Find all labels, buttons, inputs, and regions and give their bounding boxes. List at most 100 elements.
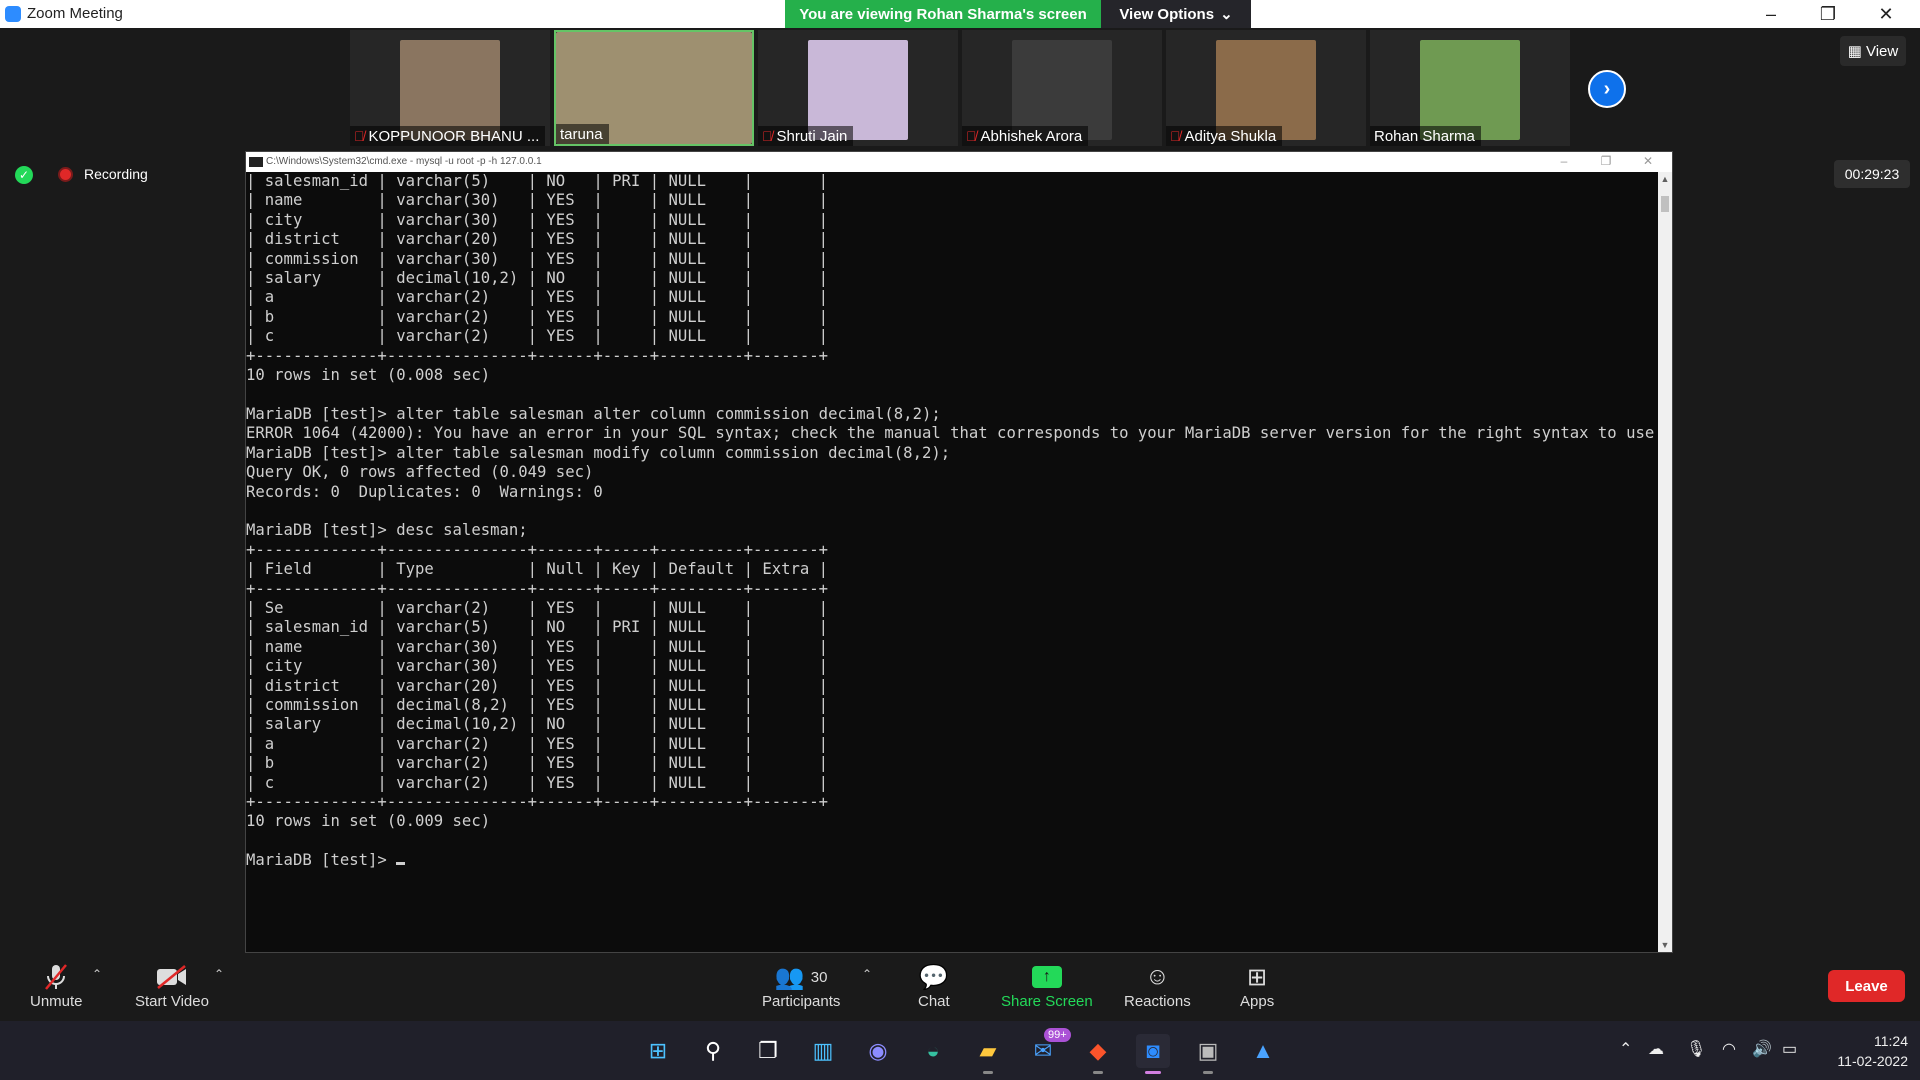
console-line: | city | varchar(30) | YES | | NULL | |: [246, 657, 829, 676]
chat-icon: 💬: [918, 963, 949, 991]
onedrive-cloud-icon[interactable]: ☁: [1648, 1039, 1664, 1059]
participant-video: [1012, 40, 1112, 140]
mail-badge: 99+: [1044, 1028, 1071, 1042]
teams-chat-icon[interactable]: ◉: [861, 1034, 895, 1068]
participants-button[interactable]: 👥 30 Participants: [762, 961, 841, 1011]
chat-button[interactable]: 💬 Chat: [918, 961, 950, 1011]
recording-label: Recording: [84, 166, 148, 182]
close-window-button[interactable]: ✕: [1858, 0, 1914, 28]
audio-options-caret-icon[interactable]: ⌃: [92, 967, 102, 981]
clock-time: 11:24: [1874, 1033, 1908, 1049]
task-view-icon[interactable]: ❐: [751, 1034, 785, 1068]
participant-video: [1216, 40, 1316, 140]
apps-label: Apps: [1240, 993, 1275, 1010]
participant-tile[interactable]: 🎙̸ Aditya Shukla: [1166, 30, 1366, 146]
cmd-restore-button[interactable]: ❐: [1586, 154, 1626, 168]
view-button[interactable]: ▦ View: [1840, 36, 1906, 66]
file-explorer-icon[interactable]: ▰: [971, 1034, 1005, 1074]
show-hidden-icons-icon[interactable]: ⌃: [1619, 1039, 1632, 1059]
console-line: +-------------+---------------+------+--…: [246, 579, 829, 598]
console-line: 10 rows in set (0.009 sec): [246, 812, 491, 831]
zoom-app-icon: [5, 6, 21, 22]
terminal-icon[interactable]: ▣: [1191, 1034, 1225, 1074]
restore-window-button[interactable]: ❐: [1800, 0, 1856, 28]
view-options-label: View Options: [1119, 5, 1215, 23]
participant-name: Rohan Sharma: [1374, 127, 1475, 145]
console-prompt: MariaDB [test]>: [246, 851, 397, 870]
microphone-icon[interactable]: 🎙: [1686, 1039, 1706, 1059]
console-line: +-------------+---------------+------+--…: [246, 346, 829, 365]
console-line: MariaDB [test]> alter table salesman alt…: [246, 404, 941, 423]
reactions-button[interactable]: ☺ Reactions: [1124, 961, 1191, 1010]
cmd-close-button[interactable]: ✕: [1628, 154, 1668, 168]
scroll-up-icon[interactable]: ▲: [1658, 174, 1672, 184]
console-line: 10 rows in set (0.008 sec): [246, 366, 491, 385]
console-line: | b | varchar(2) | YES | | NULL | |: [246, 307, 829, 326]
console-line: +-------------+---------------+------+--…: [246, 540, 829, 559]
console-line: | c | varchar(2) | YES | | NULL | |: [246, 773, 829, 792]
mic-muted-icon: 🎙̸: [966, 128, 977, 144]
widgets-icon[interactable]: ▥: [806, 1034, 840, 1068]
participants-icon: 👥: [774, 963, 805, 991]
participant-name: taruna: [560, 125, 603, 143]
participant-tile[interactable]: taruna: [554, 30, 754, 146]
text-cursor: [396, 862, 406, 866]
participant-tile[interactable]: 🎙̸ Abhishek Arora: [962, 30, 1162, 146]
encryption-shield-icon[interactable]: ✓: [15, 166, 33, 184]
wifi-icon[interactable]: ◠: [1722, 1039, 1736, 1059]
console-line: | district | varchar(20) | YES | | NULL …: [246, 230, 829, 249]
view-options-button[interactable]: View Options ⌄: [1101, 0, 1251, 28]
taskbar-clock[interactable]: 11:24 11-02-2022: [1816, 1031, 1908, 1071]
start-windows-icon[interactable]: ⊞: [641, 1034, 675, 1068]
chevron-right-icon: ›: [1603, 77, 1611, 100]
console-line: | name | varchar(30) | YES | | NULL | |: [246, 191, 829, 210]
cmd-icon: [249, 157, 263, 167]
battery-icon[interactable]: ▭: [1782, 1039, 1797, 1059]
zoom-taskbar-icon[interactable]: ◙: [1136, 1034, 1170, 1074]
participant-tile[interactable]: Rohan Sharma: [1370, 30, 1570, 146]
next-page-button[interactable]: ›: [1588, 70, 1626, 108]
apps-button[interactable]: ⊞ Apps: [1240, 961, 1275, 1011]
participants-caret-icon[interactable]: ⌃: [862, 967, 872, 981]
console-line: Records: 0 Duplicates: 0 Warnings: 0: [246, 482, 603, 501]
cmd-title: C:\Windows\System32\cmd.exe - mysql -u r…: [266, 156, 542, 167]
participant-name-tag: 🎙̸ Shruti Jain: [758, 126, 854, 146]
windows-taskbar: ⊞ ⚲ ❐ ▥ ◉ ◒ ▰ ✉ 99+ ◆ ◙ ▣ ▲ ⌃ ☁ 🎙 ◠ 🔊 ▭ 1…: [0, 1021, 1920, 1080]
photos-icon[interactable]: ▲: [1246, 1034, 1280, 1068]
unmute-label: Unmute: [30, 993, 83, 1010]
video-options-caret-icon[interactable]: ⌃: [214, 967, 224, 981]
volume-icon[interactable]: 🔊: [1752, 1039, 1772, 1059]
console-line: | commission | varchar(30) | YES | | NUL…: [246, 249, 829, 268]
mail-icon[interactable]: ✉ 99+: [1026, 1028, 1071, 1068]
participants-count: 30: [810, 968, 828, 986]
console-line: | b | varchar(2) | YES | | NULL | |: [246, 754, 829, 773]
cmd-scrollbar[interactable]: ▲ ▼: [1658, 172, 1672, 952]
search-icon[interactable]: ⚲: [696, 1034, 730, 1068]
console-line: | commission | decimal(8,2) | YES | | NU…: [246, 695, 829, 714]
participant-tile[interactable]: 🎙̸ Shruti Jain: [758, 30, 958, 146]
leave-button[interactable]: Leave: [1828, 970, 1905, 1002]
share-screen-button[interactable]: ↑ Share Screen: [1001, 961, 1093, 1010]
reactions-label: Reactions: [1124, 993, 1191, 1010]
minimize-window-button[interactable]: –: [1743, 0, 1799, 28]
participant-name-tag: 🎙̸ KOPPUNOOR BHANU ...: [350, 126, 546, 146]
participants-label: Participants: [762, 993, 841, 1010]
participant-tile[interactable]: 🎙̸ KOPPUNOOR BHANU ...: [350, 30, 550, 146]
share-screen-label: Share Screen: [1001, 993, 1093, 1010]
console-line: | salary | decimal(10,2) | NO | | NULL |…: [246, 715, 829, 734]
console-line: MariaDB [test]> alter table salesman mod…: [246, 443, 951, 462]
window-title: Zoom Meeting: [27, 5, 123, 22]
console-output[interactable]: | salesman_id | varchar(5) | NO | PRI | …: [246, 172, 1658, 952]
participant-name: Aditya Shukla: [1184, 127, 1277, 145]
unmute-button[interactable]: Unmute: [30, 961, 83, 1010]
participant-name: Shruti Jain: [776, 127, 848, 145]
mic-off-icon: [43, 961, 69, 993]
brave-browser-icon[interactable]: ◆: [1081, 1034, 1115, 1074]
edge-browser-icon[interactable]: ◒: [916, 1034, 950, 1068]
mic-muted-icon: 🎙̸: [1170, 128, 1181, 144]
cmd-minimize-button[interactable]: –: [1544, 154, 1584, 168]
start-video-button[interactable]: Start Video: [135, 961, 209, 1010]
scroll-thumb[interactable]: [1661, 196, 1669, 212]
participant-name-tag: taruna: [556, 124, 609, 144]
scroll-down-icon[interactable]: ▼: [1658, 940, 1672, 950]
